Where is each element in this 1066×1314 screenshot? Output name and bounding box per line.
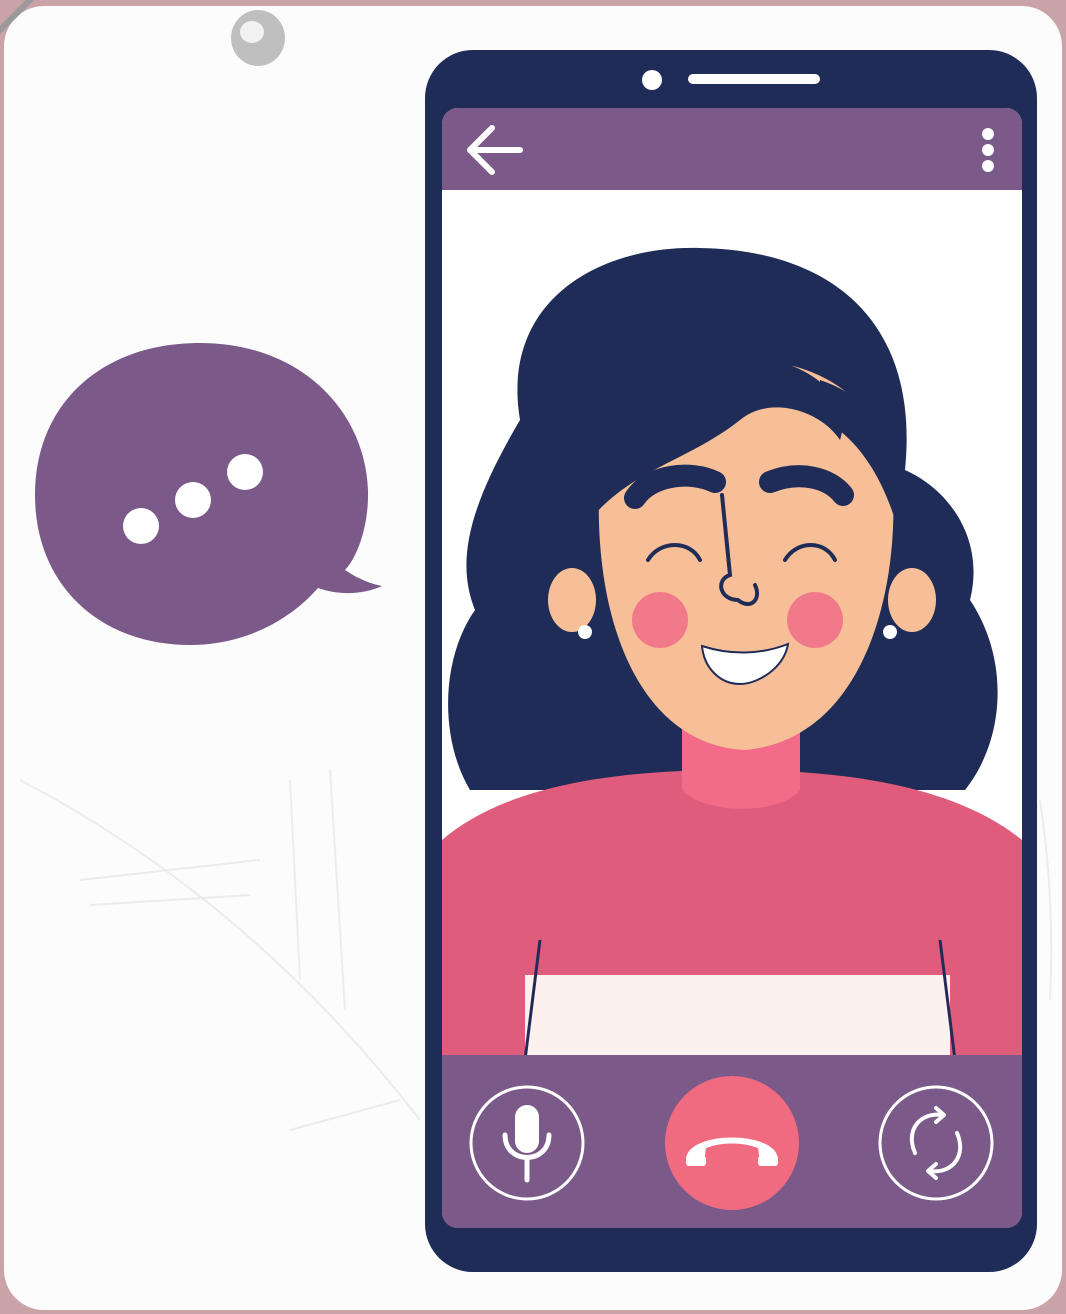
illustration-card [0, 0, 1066, 1314]
call-header-bar [442, 108, 1022, 190]
end-call-button[interactable] [665, 1076, 799, 1210]
phone-screen [442, 108, 1022, 1228]
speaker-slot [688, 74, 820, 84]
video-call-illustration [0, 0, 1066, 1314]
camera-dot [642, 70, 662, 90]
more-vertical-icon [982, 128, 994, 172]
more-options-button[interactable] [982, 128, 994, 172]
phone [425, 50, 1037, 1272]
